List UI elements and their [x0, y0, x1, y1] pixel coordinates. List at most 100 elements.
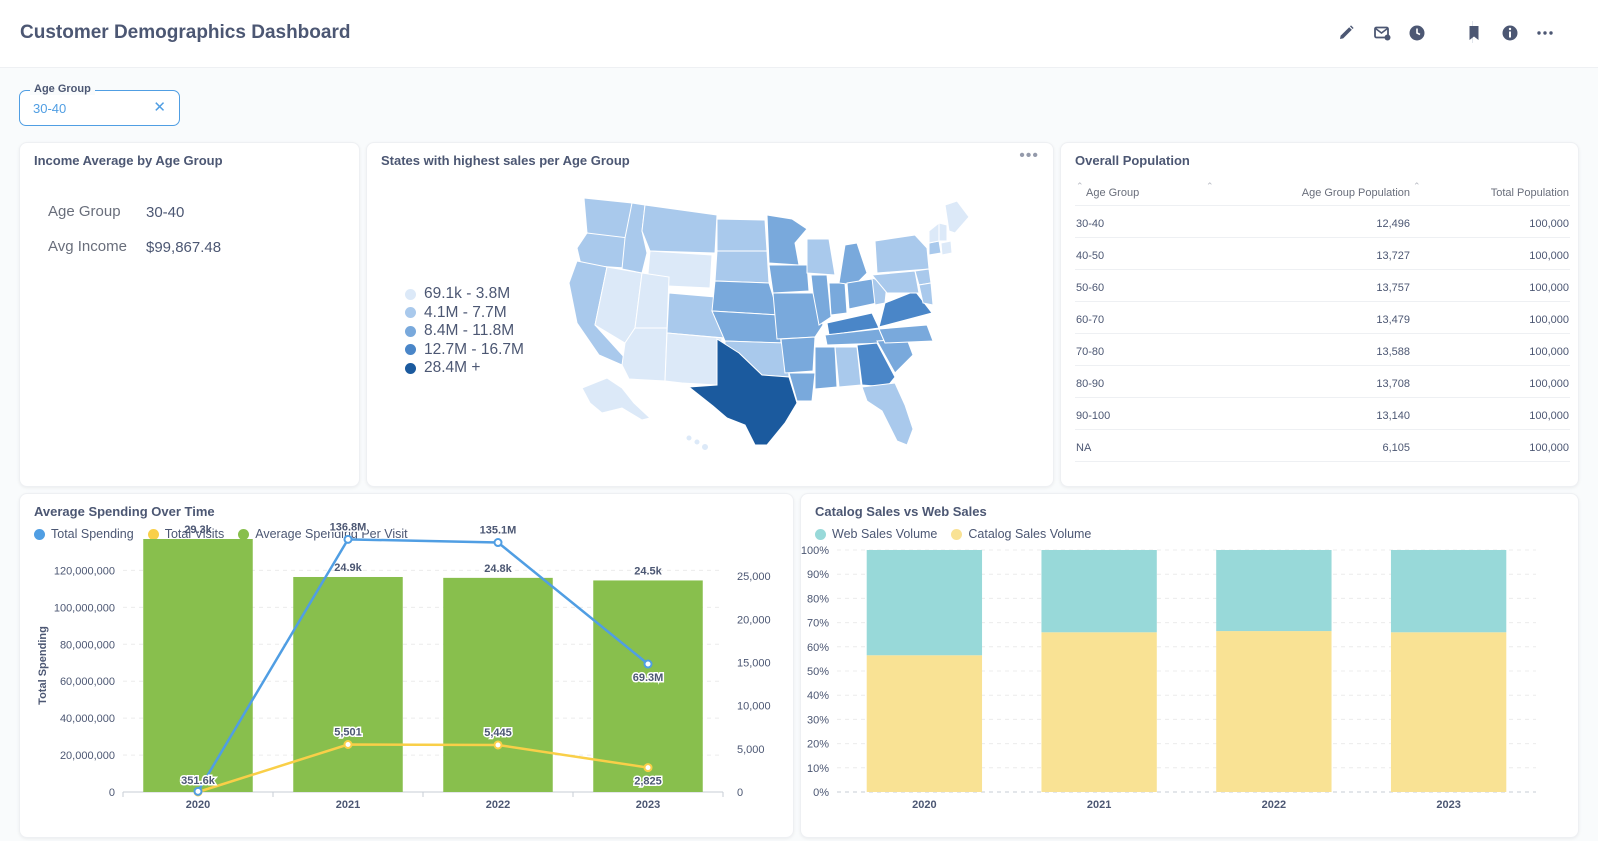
data-label: 351.6k — [181, 775, 216, 787]
data-label: 5,445 — [484, 727, 512, 739]
table-cell: 13,708 — [1376, 378, 1410, 390]
y-tick-label: 80,000,000 — [60, 639, 115, 651]
history-icon[interactable] — [1406, 22, 1428, 44]
data-label: 24.9k — [334, 562, 362, 574]
y-tick-label: 80% — [807, 593, 829, 605]
sort-icon[interactable]: ⌃ — [1413, 181, 1421, 192]
y-tick-label: 20,000,000 — [60, 750, 115, 762]
column-header[interactable]: Age Group Population — [1302, 187, 1410, 199]
table-row: 50-60 13,757 100,000 — [1075, 270, 1570, 302]
info-icon[interactable] — [1499, 22, 1521, 44]
map-region — [861, 382, 914, 446]
table-cell: 30-40 — [1076, 218, 1105, 230]
table-row: NA 6,105 100,000 — [1075, 430, 1570, 462]
x-tick-label: 2021 — [1087, 799, 1111, 811]
pencil-icon[interactable] — [1335, 22, 1357, 44]
income-card: Income Average by Age Group Age Group 30… — [19, 142, 360, 487]
page-title: Customer Demographics Dashboard — [20, 22, 351, 43]
table-header: ⌃ Age Group ⌃ Age Group Population ⌃ Tot… — [1075, 181, 1570, 206]
population-card: Overall Population ⌃ Age Group ⌃ Age Gro… — [1060, 142, 1579, 487]
kv-label: Age Group — [48, 203, 121, 220]
more-icon[interactable] — [1534, 22, 1556, 44]
table-cell: 100,000 — [1529, 378, 1569, 390]
column-header[interactable]: Total Population — [1491, 187, 1569, 199]
map-region — [768, 264, 810, 294]
sort-icon[interactable]: ⌃ — [1076, 181, 1084, 192]
y-tick-label: 60% — [807, 642, 829, 654]
spending-card: Average Spending Over Time Total Spendin… — [19, 493, 794, 838]
bar — [143, 539, 253, 792]
us-map — [568, 197, 970, 451]
data-label: 24.8k — [484, 563, 512, 575]
y-tick-label: 0 — [109, 787, 115, 799]
subscription-icon[interactable] — [1371, 22, 1393, 44]
map-region — [716, 218, 768, 252]
table-cell: 40-50 — [1076, 250, 1105, 262]
y2-tick-label: 25,000 — [737, 571, 771, 583]
y-tick-label: 30% — [807, 714, 829, 726]
table-row: 90-100 13,140 100,000 — [1075, 398, 1570, 430]
data-point — [643, 659, 653, 669]
data-label: 69.3M — [633, 672, 664, 684]
table-cell: 12,496 — [1376, 218, 1410, 230]
table-row: 40-50 13,727 100,000 — [1075, 238, 1570, 270]
map-region — [641, 204, 718, 254]
y2-tick-label: 10,000 — [737, 701, 771, 713]
age-group-filter[interactable]: Age Group 30-40 ✕ — [19, 83, 180, 126]
table-cell: 100,000 — [1529, 442, 1569, 454]
series-line — [196, 538, 649, 792]
series-line — [197, 743, 649, 794]
map-region — [944, 200, 970, 234]
data-label: 135.1M — [480, 525, 517, 537]
x-tick-label: 2022 — [1262, 799, 1286, 811]
y-axis-label: Total Spending — [37, 626, 49, 705]
column-header[interactable]: Age Group — [1086, 187, 1139, 199]
stacked-bar-segment — [1041, 550, 1157, 633]
data-point — [343, 534, 353, 544]
map-region — [581, 377, 652, 421]
data-label: 24.5k — [634, 565, 662, 577]
data-label: 29.3k — [184, 524, 212, 536]
spending-chart: 0 20,000,000 40,000,000 60,000,000 80,000,00… — [37, 520, 771, 811]
map-region — [938, 222, 948, 242]
map-region — [878, 324, 934, 344]
x-tick-label: 2023 — [1436, 799, 1460, 811]
bar — [593, 580, 703, 792]
table-cell: NA — [1076, 442, 1092, 454]
close-icon[interactable]: ✕ — [153, 100, 166, 115]
y-tick-label: 100% — [801, 545, 829, 557]
y-tick-label: 40% — [807, 690, 829, 702]
map-card: States with highest sales per Age Group … — [366, 142, 1054, 487]
map-region — [928, 221, 940, 244]
table-cell: 100,000 — [1529, 410, 1569, 422]
data-point — [493, 740, 503, 750]
y-tick-label: 10% — [807, 763, 829, 775]
table-cell: 90-100 — [1076, 410, 1111, 422]
card-title: Overall Population — [1075, 153, 1190, 168]
sort-icon[interactable]: ⌃ — [1206, 181, 1214, 192]
table-cell: 13,727 — [1376, 250, 1410, 262]
table-cell: 80-90 — [1076, 378, 1105, 390]
table-cell: 100,000 — [1529, 250, 1569, 262]
x-tick-label: 2022 — [486, 799, 510, 811]
catalog-chart: 0% 10% 20% 30% 40% 50% 60% 70% 80% 90% 100% 2020 202… — [801, 545, 1536, 811]
x-tick-label: 2020 — [186, 799, 210, 811]
table-cell: 13,479 — [1376, 314, 1410, 326]
filter-value[interactable]: 30-40 — [33, 101, 66, 116]
filter-label: Age Group — [30, 83, 95, 95]
y-tick-label: 50% — [807, 666, 829, 678]
table-cell: 50-60 — [1076, 282, 1105, 294]
map-region — [780, 336, 816, 374]
bookmark-icon[interactable] — [1463, 22, 1485, 44]
x-tick-label: 2021 — [336, 799, 360, 811]
table-row: 30-40 12,496 100,000 — [1075, 206, 1570, 238]
y-tick-label: 120,000,000 — [54, 565, 115, 577]
map-region — [874, 234, 930, 274]
y2-tick-label: 5,000 — [737, 744, 765, 756]
kv-label: Avg Income — [48, 238, 127, 255]
map-region — [664, 332, 723, 386]
kv-value: $99,867.48 — [146, 239, 222, 256]
y2-tick-label: 20,000 — [737, 614, 771, 626]
bar — [293, 576, 403, 792]
table-row: 70-80 13,588 100,000 — [1075, 334, 1570, 366]
